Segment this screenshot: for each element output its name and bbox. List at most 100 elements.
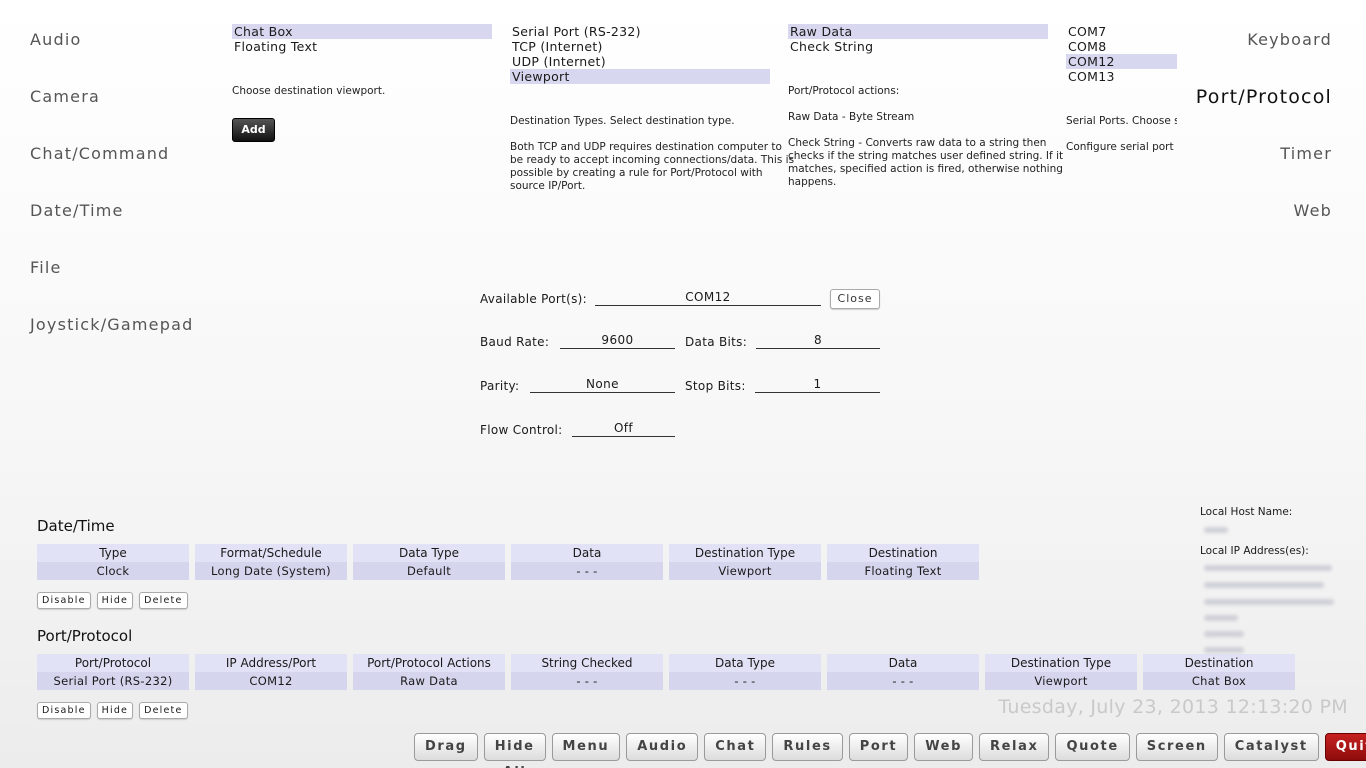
port-option-com7[interactable]: COM7: [1066, 24, 1177, 39]
table-cell[interactable]: Long Date (System): [195, 562, 347, 580]
table-column: Destination Type Viewport: [985, 654, 1137, 690]
datetime-row-actions: Disable Hide Delete: [37, 592, 188, 609]
nav-camera[interactable]: Camera: [30, 83, 230, 140]
action-option-raw-data[interactable]: Raw Data: [788, 24, 1048, 39]
viewport-option-floating-text[interactable]: Floating Text: [232, 39, 492, 54]
column-header: String Checked: [511, 654, 663, 672]
datetime-section-title: Date/Time: [37, 517, 115, 535]
port-table: Port/Protocol Serial Port (RS-232) IP Add…: [37, 654, 1301, 690]
port-row-actions: Disable Hide Delete: [37, 702, 188, 719]
column-header: Destination: [1143, 654, 1295, 672]
hide-button[interactable]: Hide: [96, 592, 134, 609]
audio-button[interactable]: Audio: [626, 733, 699, 761]
stop-bits-field[interactable]: 1: [755, 377, 880, 393]
web-button[interactable]: Web: [914, 733, 974, 761]
port-button[interactable]: Port: [848, 733, 909, 761]
flow-control-field[interactable]: Off: [572, 421, 675, 437]
chat-button[interactable]: Chat: [704, 733, 767, 761]
baud-rate-field[interactable]: 9600: [560, 333, 675, 349]
column-header: Data Type: [353, 544, 505, 562]
nav-chat-command[interactable]: Chat/Command: [30, 140, 230, 197]
table-cell[interactable]: Viewport: [985, 672, 1137, 690]
close-port-button[interactable]: Close: [830, 289, 880, 309]
table-column: Data - - -: [827, 654, 979, 690]
actions-help-check: Check String - Converts raw data to a st…: [788, 137, 1064, 188]
nav-audio[interactable]: Audio: [30, 26, 230, 83]
delete-button[interactable]: Delete: [139, 592, 188, 609]
destination-type-list: Serial Port (RS-232) TCP (Internet) UDP …: [510, 24, 770, 84]
datetime-table: Type Clock Format/Schedule Long Date (Syst…: [37, 544, 985, 580]
serial-port-list: COM7 COM8 COM12 COM13: [1066, 24, 1177, 84]
nav-port-protocol[interactable]: Port/Protocol: [1132, 83, 1332, 140]
quit-button[interactable]: Quit: [1324, 733, 1366, 761]
dest-option-udp[interactable]: UDP (Internet): [510, 54, 770, 69]
catalyst-button[interactable]: Catalyst: [1223, 733, 1319, 761]
column-header: Port/Protocol Actions: [353, 654, 505, 672]
column-header: IP Address/Port: [195, 654, 347, 672]
available-ports-field[interactable]: COM12: [595, 290, 821, 306]
disable-button[interactable]: Disable: [37, 702, 91, 719]
port-section-title: Port/Protocol: [37, 627, 133, 645]
hide-button[interactable]: Hide: [96, 702, 134, 719]
add-button[interactable]: Add: [232, 118, 275, 142]
table-cell[interactable]: - - -: [827, 672, 979, 690]
nav-web[interactable]: Web: [1132, 197, 1332, 254]
flow-control-label: Flow Control:: [480, 423, 563, 437]
ports-config-help: Configure serial port se: [1066, 141, 1177, 153]
dest-option-serial[interactable]: Serial Port (RS-232): [510, 24, 770, 39]
dest-option-viewport[interactable]: Viewport: [510, 69, 770, 84]
rules-button[interactable]: Rules: [772, 733, 843, 761]
viewport-option-chat-box[interactable]: Chat Box: [232, 24, 492, 39]
redacted-ip: [1204, 647, 1244, 653]
table-cell[interactable]: Clock: [37, 562, 189, 580]
table-cell[interactable]: Default: [353, 562, 505, 580]
drag-button[interactable]: Drag: [414, 733, 478, 761]
delete-button[interactable]: Delete: [139, 702, 188, 719]
table-cell[interactable]: Serial Port (RS-232): [37, 672, 189, 690]
nav-file[interactable]: File: [30, 254, 230, 311]
table-cell[interactable]: - - -: [511, 562, 663, 580]
port-option-com8[interactable]: COM8: [1066, 39, 1177, 54]
action-option-check-string[interactable]: Check String: [788, 39, 1048, 54]
table-cell[interactable]: Raw Data: [353, 672, 505, 690]
table-column: Type Clock: [37, 544, 189, 580]
available-ports-label: Available Port(s):: [480, 292, 587, 306]
column-header: Destination Type: [985, 654, 1137, 672]
clock-display: Tuesday, July 23, 2013 12:13:20 PM: [998, 696, 1348, 718]
column-header: Format/Schedule: [195, 544, 347, 562]
table-cell[interactable]: Floating Text: [827, 562, 979, 580]
dest-option-tcp[interactable]: TCP (Internet): [510, 39, 770, 54]
table-cell[interactable]: Chat Box: [1143, 672, 1295, 690]
nav-joystick-gamepad[interactable]: Joystick/Gamepad: [30, 311, 230, 368]
viewport-help: Choose destination viewport.: [232, 85, 386, 97]
table-column: IP Address/Port COM12: [195, 654, 347, 690]
column-header: Data: [827, 654, 979, 672]
table-cell[interactable]: Viewport: [669, 562, 821, 580]
stop-bits-label: Stop Bits:: [685, 379, 746, 393]
table-column: Port/Protocol Serial Port (RS-232): [37, 654, 189, 690]
table-column: Destination Type Viewport: [669, 544, 821, 580]
redacted-ip: [1204, 582, 1324, 588]
column-header: Port/Protocol: [37, 654, 189, 672]
relax-button[interactable]: Relax: [979, 733, 1050, 761]
redacted-ip: [1204, 631, 1244, 637]
port-option-com13[interactable]: COM13: [1066, 69, 1177, 84]
column-header: Data Type: [669, 654, 821, 672]
table-cell[interactable]: COM12: [195, 672, 347, 690]
port-option-com12[interactable]: COM12: [1066, 54, 1177, 69]
column-header: Destination: [827, 544, 979, 562]
nav-date-time[interactable]: Date/Time: [30, 197, 230, 254]
table-cell[interactable]: - - -: [511, 672, 663, 690]
parity-field[interactable]: None: [530, 377, 675, 393]
data-bits-field[interactable]: 8: [756, 333, 880, 349]
quote-button[interactable]: Quote: [1055, 733, 1130, 761]
hide-all-button[interactable]: Hide All: [483, 733, 546, 768]
menu-button[interactable]: Menu: [551, 733, 621, 761]
screen-button[interactable]: Screen: [1135, 733, 1218, 761]
table-column: Port/Protocol Actions Raw Data: [353, 654, 505, 690]
table-column: Data - - -: [511, 544, 663, 580]
disable-button[interactable]: Disable: [37, 592, 91, 609]
table-column: Data Type - - -: [669, 654, 821, 690]
ports-help: Serial Ports. Choose sou: [1066, 115, 1177, 127]
table-cell[interactable]: - - -: [669, 672, 821, 690]
